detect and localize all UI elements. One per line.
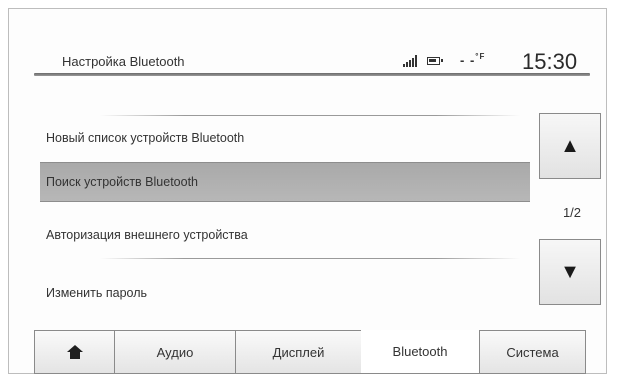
list-item-change-password[interactable]: Изменить пароль <box>40 273 530 313</box>
scroll-down-button[interactable]: ▼ <box>539 239 601 305</box>
tab-bluetooth[interactable]: Bluetooth <box>361 330 479 374</box>
signal-strength-icon <box>403 55 419 67</box>
tab-system[interactable]: Система <box>479 330 586 374</box>
temperature-readout: - -°F <box>460 52 486 68</box>
tab-audio[interactable]: Аудио <box>114 330 235 374</box>
list-item-search-devices[interactable]: Поиск устройств Bluetooth <box>40 162 530 202</box>
menu-list: Новый список устройств Bluetooth Поиск у… <box>40 110 530 320</box>
list-item-label: Поиск устройств Bluetooth <box>46 175 198 189</box>
list-item-label: Новый список устройств Bluetooth <box>46 131 245 145</box>
tab-home[interactable] <box>34 330 114 374</box>
clock: 15:30 <box>522 49 578 74</box>
list-divider <box>100 258 520 259</box>
page-title: Настройка Bluetooth <box>62 54 185 69</box>
battery-icon <box>427 57 443 65</box>
arrow-up-icon: ▲ <box>560 134 580 157</box>
tab-label: Bluetooth <box>392 344 448 359</box>
list-divider <box>100 115 520 116</box>
tab-label: Система <box>506 344 559 360</box>
list-item-new-device-list[interactable]: Новый список устройств Bluetooth <box>40 118 530 158</box>
tab-label: Аудио <box>156 344 194 360</box>
tab-bar: Аудио Дисплей Bluetooth Система <box>34 330 586 374</box>
arrow-down-icon: ▼ <box>560 260 580 283</box>
scroll-up-button[interactable]: ▲ <box>539 113 601 179</box>
home-icon <box>66 345 83 359</box>
header-bar: Настройка Bluetooth - -°F 15:30 <box>34 44 590 76</box>
page-indicator: 1/2 <box>562 205 582 220</box>
header-divider <box>34 73 590 76</box>
tab-display[interactable]: Дисплей <box>235 330 361 374</box>
list-item-label: Авторизация внешнего устройства <box>46 228 248 242</box>
list-item-authorize-external-device[interactable]: Авторизация внешнего устройства <box>40 215 530 255</box>
list-item-label: Изменить пароль <box>46 286 148 300</box>
tab-label: Дисплей <box>272 344 325 360</box>
